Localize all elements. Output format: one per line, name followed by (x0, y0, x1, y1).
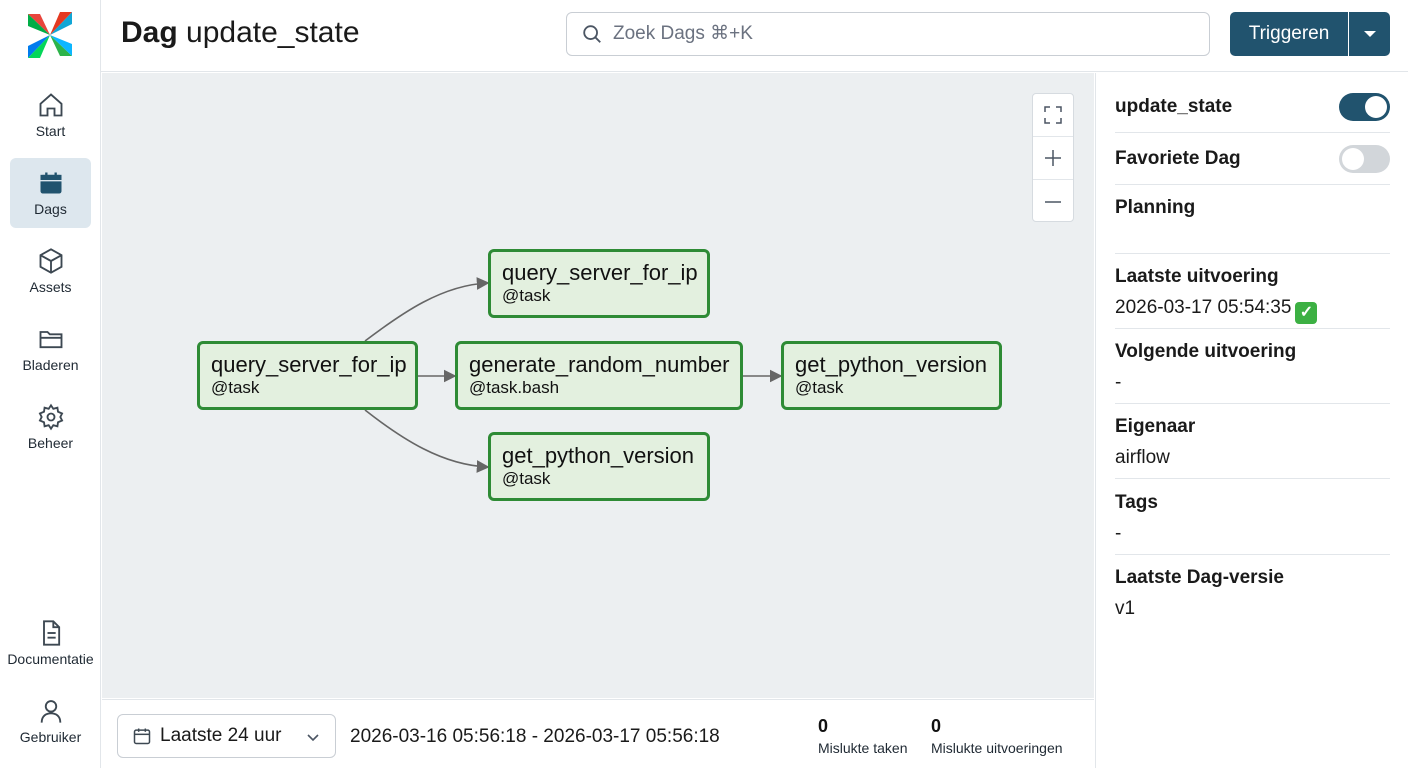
dag-toggle-row: update_state (1115, 93, 1390, 133)
search-box[interactable] (566, 12, 1210, 56)
last-run-label: Laatste uitvoering (1115, 266, 1279, 287)
title-prefix: Dag (121, 16, 178, 49)
search-input[interactable] (613, 23, 1173, 45)
task-name: get_python_version (795, 352, 988, 377)
planning-label: Planning (1115, 197, 1196, 218)
task-name: get_python_version (502, 443, 695, 468)
trigger-dropdown-button[interactable] (1349, 12, 1390, 56)
sidebar-item-label: Assets (29, 279, 72, 295)
task-name: query_server_for_ip (502, 260, 698, 285)
owner-row: Eigenaar airflow (1115, 416, 1390, 479)
toggle-knob (1365, 96, 1387, 118)
trigger-button[interactable]: Triggeren (1230, 12, 1348, 56)
last-run-value: 2026-03-17 05:54:35 ✓ (1115, 297, 1390, 324)
minus-icon (1045, 200, 1061, 203)
sidebar-item-label: Start (35, 123, 66, 139)
header: Dag update_state Triggeren (101, 0, 1408, 72)
task-type: @task (502, 469, 551, 488)
sidebar-item-label: Dags (34, 201, 67, 217)
planning-row: Planning (1115, 197, 1390, 254)
last-run-row: Laatste uitvoering 2026-03-17 05:54:35 ✓ (1115, 266, 1390, 329)
plus-icon (1045, 150, 1061, 166)
dag-pause-toggle[interactable] (1339, 93, 1390, 121)
failed-tasks-count: 0 (818, 716, 829, 736)
title-dag-name: update_state (186, 16, 360, 49)
sidebar-item-label: Beheer (27, 435, 74, 451)
page-title: Dag update_state (121, 16, 360, 50)
chevron-down-icon (307, 734, 319, 742)
calendar-icon (133, 728, 151, 745)
tags-value: - (1115, 523, 1122, 544)
failed-runs-count: 0 (931, 716, 942, 736)
task-node[interactable]: query_server_for_ip @task (488, 249, 710, 318)
failed-runs-stat: 0 Mislukte uitvoeringen (931, 716, 1063, 756)
fullscreen-icon (1044, 106, 1062, 124)
failed-runs-label: Mislukte uitvoeringen (931, 740, 1063, 756)
fit-view-button[interactable] (1033, 94, 1073, 137)
sidebar-item-label: Documentatie (7, 651, 94, 667)
tags-row: Tags - (1115, 492, 1390, 555)
task-name: generate_random_number (469, 352, 730, 377)
sidebar-item-label: Gebruiker (19, 729, 82, 745)
sidebar-item-documentatie[interactable]: Documentatie (7, 608, 94, 678)
zoom-in-button[interactable] (1033, 137, 1073, 180)
sidebar: Start Dags Assets Bladeren Beheer Docume… (0, 0, 101, 768)
task-node[interactable]: generate_random_number @task.bash (455, 341, 743, 410)
folder-icon (39, 331, 62, 349)
date-range-text: 2026-03-16 05:56:18 - 2026-03-17 05:56:1… (350, 726, 720, 747)
sidebar-item-dags[interactable]: Dags (10, 158, 91, 228)
sidebar-item-bladeren[interactable]: Bladeren (10, 314, 91, 384)
time-range-value: Laatste 24 uur (160, 725, 282, 746)
dag-details-panel: update_state Favoriete Dag Planning Laat… (1095, 73, 1408, 768)
task-type: @task.bash (469, 378, 560, 397)
time-range-select[interactable]: Laatste 24 uur (117, 714, 336, 758)
gear-icon (38, 403, 63, 431)
favorite-toggle[interactable] (1339, 145, 1390, 173)
next-run-label: Volgende uitvoering (1115, 341, 1297, 362)
task-type: @task (795, 378, 844, 397)
zoom-out-button[interactable] (1033, 180, 1073, 223)
failed-tasks-stat: 0 Mislukte taken (818, 716, 907, 756)
sidebar-item-beheer[interactable]: Beheer (10, 392, 91, 462)
home-icon (39, 93, 62, 117)
version-label: Laatste Dag-versie (1115, 567, 1284, 588)
zoom-controls (1032, 93, 1074, 222)
failed-tasks-label: Mislukte taken (818, 740, 908, 756)
caret-down-icon (1363, 31, 1376, 37)
task-node[interactable]: get_python_version @task (781, 341, 1002, 410)
graph-canvas[interactable]: query_server_for_ip @task query_server_f… (102, 73, 1094, 698)
sidebar-item-start[interactable]: Start (10, 80, 91, 150)
task-type: @task (211, 378, 260, 397)
sidebar-item-gebruiker[interactable]: Gebruiker (10, 686, 91, 756)
tags-label: Tags (1115, 492, 1158, 513)
airflow-logo[interactable] (26, 12, 74, 58)
toggle-knob (1342, 148, 1364, 170)
next-run-row: Volgende uitvoering - (1115, 341, 1390, 404)
version-row: Laatste Dag-versie v1 (1115, 567, 1390, 630)
user-icon (40, 700, 61, 723)
task-node[interactable]: query_server_for_ip @task (197, 341, 418, 410)
edge (364, 277, 490, 342)
task-node[interactable]: get_python_version @task (488, 432, 710, 501)
last-run-timestamp: 2026-03-17 05:54:35 (1115, 297, 1292, 318)
bottom-bar: Laatste 24 uur 2026-03-16 05:56:18 - 202… (102, 699, 1094, 768)
task-name: query_server_for_ip (211, 352, 407, 377)
cube-icon (39, 248, 62, 274)
owner-label: Eigenaar (1115, 416, 1196, 437)
owner-value: airflow (1115, 447, 1170, 468)
next-run-value: - (1115, 372, 1122, 393)
document-icon (42, 620, 60, 646)
favorite-row: Favoriete Dag (1115, 145, 1390, 185)
sidebar-item-label: Bladeren (22, 357, 79, 373)
calendar-icon (40, 172, 61, 194)
version-value: v1 (1115, 598, 1136, 619)
sidebar-item-assets[interactable]: Assets (10, 236, 91, 306)
edge (364, 409, 490, 473)
success-check-icon: ✓ (1295, 302, 1318, 324)
search-icon (583, 25, 601, 43)
task-type: @task (502, 286, 551, 305)
